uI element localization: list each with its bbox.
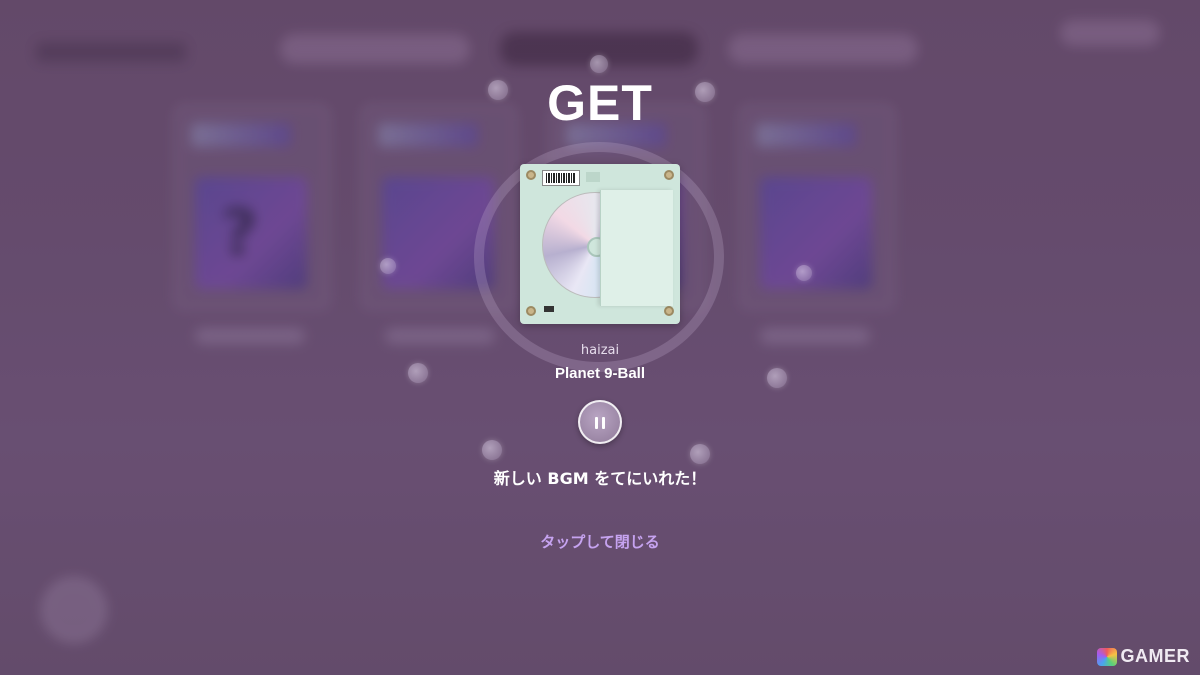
artist-name: haizai [580, 343, 620, 358]
screw-icon [526, 170, 536, 180]
screw-icon [526, 306, 536, 316]
gamer-watermark: GAMER [1096, 646, 1191, 667]
sparkle-dot [380, 258, 396, 274]
acquired-message: 新しい BGM をてにいれた！ [493, 469, 707, 488]
case-label [586, 172, 600, 182]
gamer-logo-icon [1096, 647, 1117, 666]
barcode-icon [542, 170, 580, 186]
sparkle-dot [690, 444, 710, 464]
bgm-disc-artwork [520, 164, 680, 324]
track-title: Planet 9-Ball [554, 365, 646, 382]
sparkle-dot [590, 55, 608, 73]
watermark-text: GAMER [1120, 646, 1190, 666]
screw-icon [664, 306, 674, 316]
sparkle-dot [482, 440, 502, 460]
tap-to-close-button[interactable]: タップして閉じる [0, 531, 1200, 552]
disc-sleeve [600, 190, 673, 306]
sparkle-dot [796, 265, 812, 281]
get-title: GET [547, 75, 653, 131]
chip-icon [544, 306, 554, 312]
screw-icon [664, 170, 674, 180]
pause-button[interactable] [578, 400, 622, 444]
